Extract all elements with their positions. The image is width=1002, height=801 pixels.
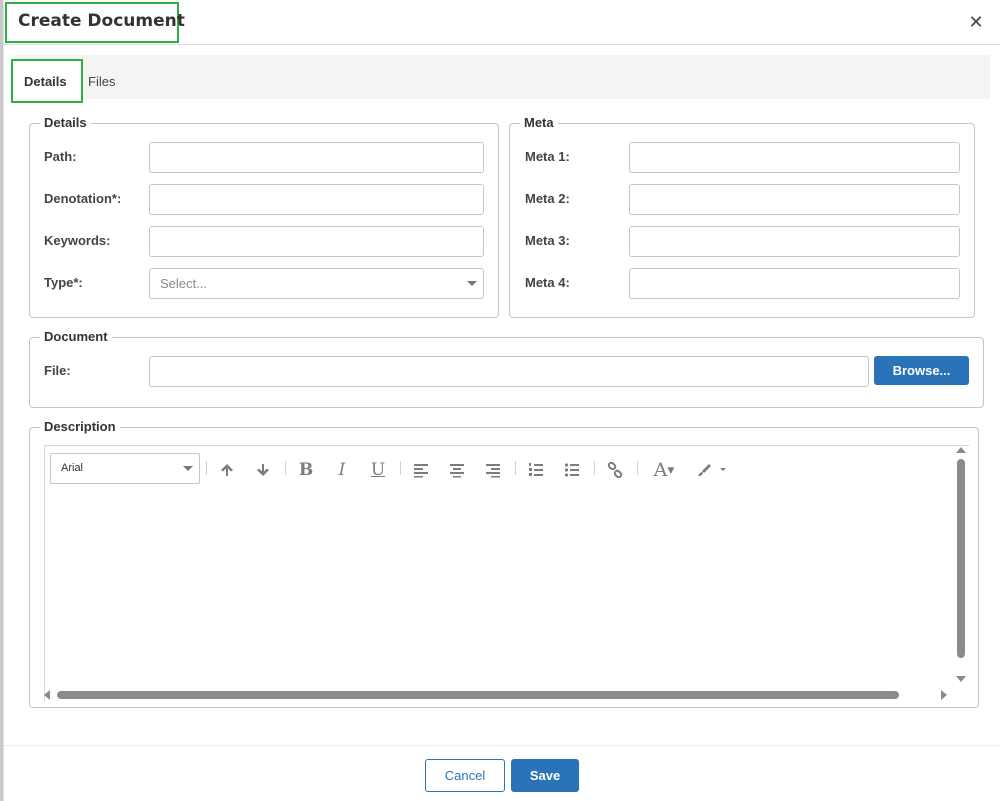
italic-icon[interactable]: I [330, 458, 354, 482]
align-left-icon[interactable] [409, 458, 433, 482]
arrow-down-icon[interactable] [251, 458, 275, 482]
toolbar-separator [285, 461, 286, 475]
type-label: Type*: [44, 275, 83, 290]
tab-details[interactable]: Details [24, 74, 67, 89]
file-label: File: [44, 363, 71, 378]
scroll-up-icon[interactable] [956, 447, 966, 453]
ordered-list-icon[interactable] [524, 458, 548, 482]
description-legend: Description [40, 419, 120, 435]
link-icon[interactable] [603, 458, 627, 482]
meta3-label: Meta 3: [525, 233, 570, 248]
header-divider [4, 44, 1000, 45]
footer-divider [4, 745, 1000, 746]
underline-icon[interactable]: U [366, 458, 390, 482]
bold-icon[interactable]: B [294, 458, 318, 482]
scroll-down-icon[interactable] [956, 676, 966, 682]
meta2-input[interactable] [629, 184, 960, 215]
meta1-label: Meta 1: [525, 149, 570, 164]
window-edge-shadow [3, 0, 4, 801]
meta4-label: Meta 4: [525, 275, 570, 290]
align-center-icon[interactable] [445, 458, 469, 482]
meta2-label: Meta 2: [525, 191, 570, 206]
keywords-input[interactable] [149, 226, 484, 257]
toolbar-separator [515, 461, 516, 475]
arrow-up-icon[interactable] [215, 458, 239, 482]
chevron-down-icon [183, 466, 193, 471]
meta4-input[interactable] [629, 268, 960, 299]
tab-strip [13, 55, 990, 99]
scroll-left-icon[interactable] [44, 690, 50, 700]
meta-legend: Meta [520, 115, 558, 131]
path-label: Path: [44, 149, 77, 164]
save-button[interactable]: Save [511, 759, 579, 792]
toolbar-separator [206, 461, 207, 475]
keywords-label: Keywords: [44, 233, 111, 248]
font-select[interactable]: Arial [50, 453, 200, 484]
font-color-icon[interactable]: A▼ [646, 458, 682, 482]
cancel-button[interactable]: Cancel [425, 759, 505, 792]
path-input[interactable] [149, 142, 484, 173]
vertical-scroll-thumb[interactable] [957, 459, 965, 658]
file-input[interactable] [149, 356, 869, 387]
highlight-brush-icon[interactable] [694, 458, 730, 482]
type-select-placeholder: Select... [160, 276, 207, 291]
toolbar-separator [637, 461, 638, 475]
dialog-title: Create Document [18, 11, 185, 31]
font-select-value: Arial [61, 462, 84, 474]
unordered-list-icon[interactable] [560, 458, 584, 482]
toolbar-separator [400, 461, 401, 475]
browse-button[interactable]: Browse... [874, 356, 969, 385]
meta3-input[interactable] [629, 226, 960, 257]
toolbar-separator [594, 461, 595, 475]
denotation-label: Denotation*: [44, 191, 122, 206]
document-legend: Document [40, 329, 112, 345]
meta1-input[interactable] [629, 142, 960, 173]
scroll-right-icon[interactable] [941, 690, 947, 700]
align-right-icon[interactable] [481, 458, 505, 482]
tab-files[interactable]: Files [88, 74, 115, 89]
chevron-down-icon [467, 281, 477, 286]
denotation-input[interactable] [149, 184, 484, 215]
details-legend: Details [40, 115, 91, 131]
horizontal-scroll-thumb[interactable] [57, 691, 899, 699]
type-select[interactable]: Select... [149, 268, 484, 299]
close-icon[interactable]: ✕ [966, 10, 986, 34]
